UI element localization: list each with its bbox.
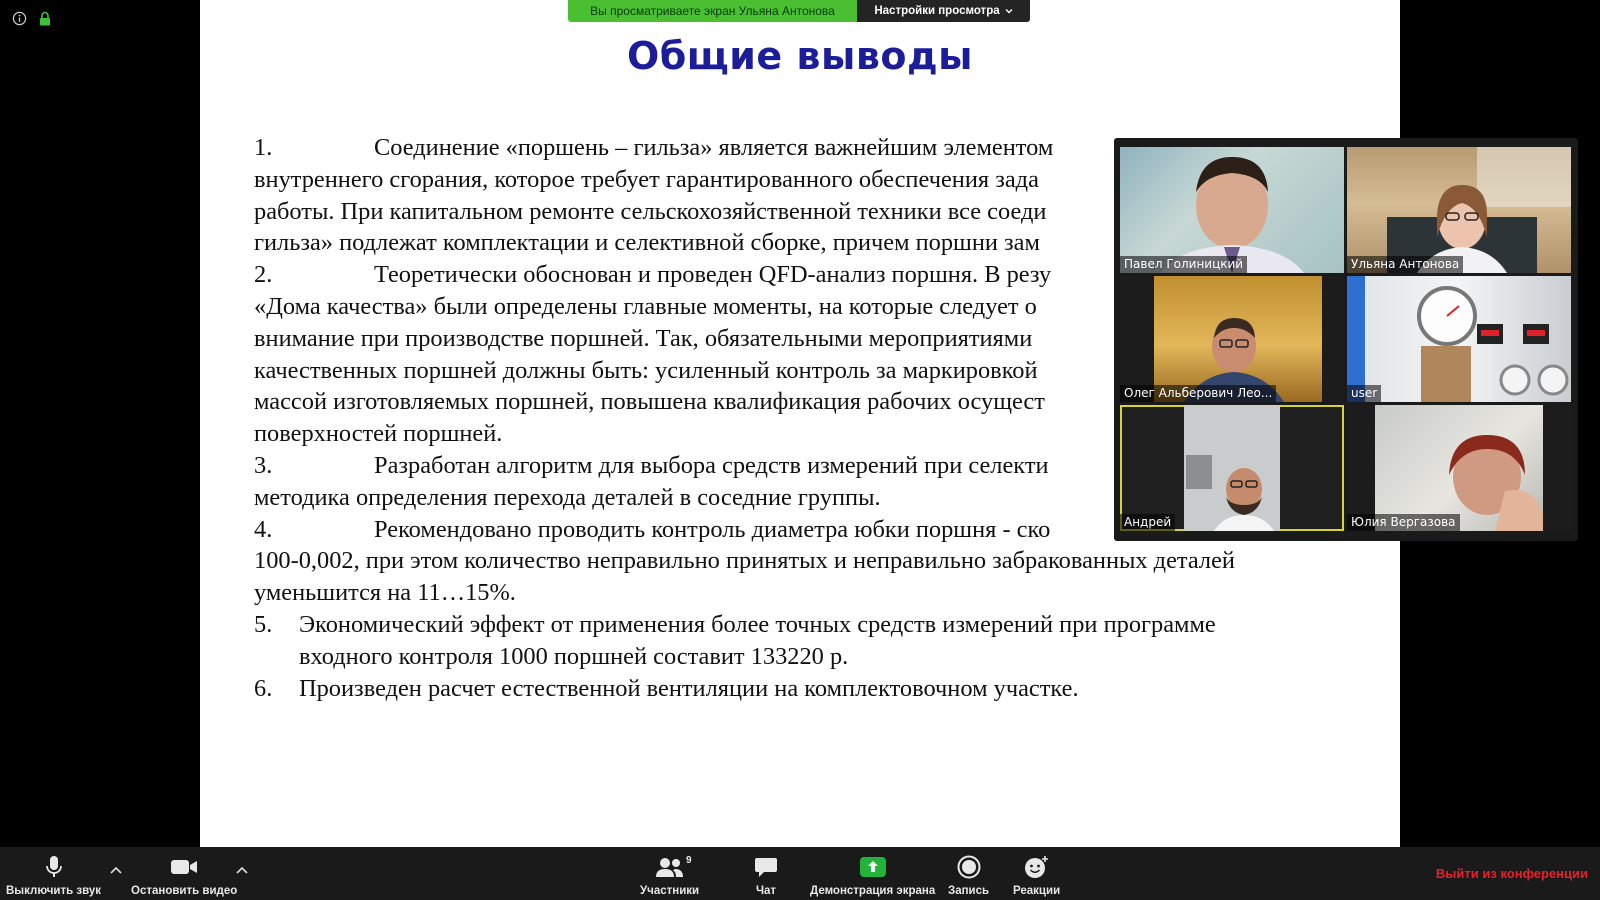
share-screen-label: Демонстрация экрана bbox=[810, 885, 936, 897]
record-button[interactable]: Запись bbox=[948, 853, 989, 897]
record-label: Запись bbox=[948, 885, 990, 897]
reactions-smiley-icon bbox=[1024, 853, 1050, 881]
item-number: 2. bbox=[254, 261, 273, 289]
mute-button[interactable]: Выключить звук bbox=[6, 853, 101, 897]
chat-button[interactable]: Чат bbox=[754, 853, 778, 897]
participants-count: 9 bbox=[686, 855, 692, 866]
conclusion-item-5: 5. Экономический эффект от применения бо… bbox=[254, 609, 1354, 673]
item-number: 3. bbox=[254, 451, 273, 479]
video-tile[interactable]: Ульяна Антонова bbox=[1347, 147, 1571, 273]
info-icon[interactable] bbox=[12, 11, 27, 26]
participant-name: Павел Голиницкий bbox=[1120, 256, 1248, 273]
video-tile[interactable]: Юлия Вергазова bbox=[1347, 405, 1571, 531]
participant-video bbox=[1184, 405, 1280, 531]
item-line: Произведен расчет естественной вентиляци… bbox=[299, 674, 1079, 702]
chat-label: Чат bbox=[755, 885, 777, 897]
video-camera-icon bbox=[170, 853, 198, 881]
video-tile[interactable]: Олег Альберович Лео... bbox=[1120, 276, 1344, 402]
item-line: Рекомендовано проводить контроль диаметр… bbox=[374, 515, 1051, 543]
item-number: 5. bbox=[254, 610, 273, 638]
participants-label: Участники bbox=[640, 885, 700, 897]
participant-video bbox=[1387, 147, 1571, 273]
meeting-info-area bbox=[12, 11, 51, 26]
item-number: 1. bbox=[254, 134, 273, 161]
item-line: Разработан алгоритм для выбора средств и… bbox=[374, 451, 1049, 479]
item-line: входного контроля 1000 поршней составит … bbox=[299, 642, 849, 670]
reactions-button[interactable]: Реакции bbox=[1013, 853, 1060, 897]
video-tile[interactable]: user bbox=[1347, 276, 1571, 402]
screen-share-banner: Вы просматриваете экран Ульяна Антонова … bbox=[568, 0, 1030, 22]
viewing-screen-label: Вы просматриваете экран Ульяна Антонова bbox=[568, 0, 857, 22]
video-gallery[interactable]: Павел Голиницкий Ульяна Антонова Олег Ал… bbox=[1114, 138, 1578, 541]
item-line: Соединение «поршень – гильза» является в… bbox=[374, 134, 1054, 161]
share-screen-icon bbox=[859, 853, 887, 881]
share-screen-button[interactable]: Демонстрация экрана bbox=[810, 853, 935, 897]
participant-video bbox=[1154, 276, 1322, 402]
item-line: 100-0,002, при этом количество неправиль… bbox=[254, 547, 1235, 575]
participant-name: Ульяна Антонова bbox=[1347, 256, 1464, 273]
lock-icon[interactable] bbox=[39, 11, 51, 26]
view-options-button[interactable]: Настройки просмотра bbox=[857, 0, 1030, 22]
chevron-down-icon bbox=[1005, 0, 1013, 22]
participant-video bbox=[1160, 157, 1304, 273]
item-line: уменьшится на 11…15%. bbox=[254, 579, 516, 607]
microphone-icon bbox=[45, 853, 63, 881]
participant-video bbox=[1347, 276, 1569, 402]
meeting-toolbar: Выключить звук Остановить видео Участник… bbox=[0, 847, 1600, 900]
participant-name: Андрей bbox=[1120, 514, 1176, 531]
video-tile-active-speaker[interactable]: Андрей bbox=[1120, 405, 1344, 531]
video-options-caret-icon[interactable] bbox=[236, 861, 248, 877]
participant-name: Юлия Вергазова bbox=[1347, 514, 1460, 531]
item-number: 4. bbox=[254, 515, 273, 543]
participant-name: Олег Альберович Лео... bbox=[1120, 385, 1277, 402]
participant-video bbox=[1375, 405, 1543, 531]
participant-name: user bbox=[1347, 385, 1382, 402]
conclusion-item-6: 6. Произведен расчет естественной вентил… bbox=[254, 673, 1354, 705]
chat-icon bbox=[754, 853, 778, 881]
slide-title: Общие выводы bbox=[626, 34, 974, 78]
video-tile[interactable]: Павел Голиницкий bbox=[1120, 147, 1344, 273]
stop-video-button[interactable]: Остановить видео bbox=[131, 853, 237, 897]
stop-video-label: Остановить видео bbox=[131, 885, 238, 897]
leave-meeting-button[interactable]: Выйти из конференции bbox=[1436, 866, 1588, 881]
mute-label: Выключить звук bbox=[6, 885, 102, 897]
record-icon bbox=[957, 853, 981, 881]
item-line: Экономический эффект от применения более… bbox=[299, 610, 1216, 638]
participants-icon bbox=[655, 853, 685, 881]
item-number: 6. bbox=[254, 674, 273, 702]
audio-options-caret-icon[interactable] bbox=[110, 861, 122, 877]
reactions-label: Реакции bbox=[1013, 885, 1061, 897]
view-options-label: Настройки просмотра bbox=[874, 5, 1000, 17]
item-line: Теоретически обоснован и проведен QFD-ан… bbox=[374, 261, 1052, 289]
